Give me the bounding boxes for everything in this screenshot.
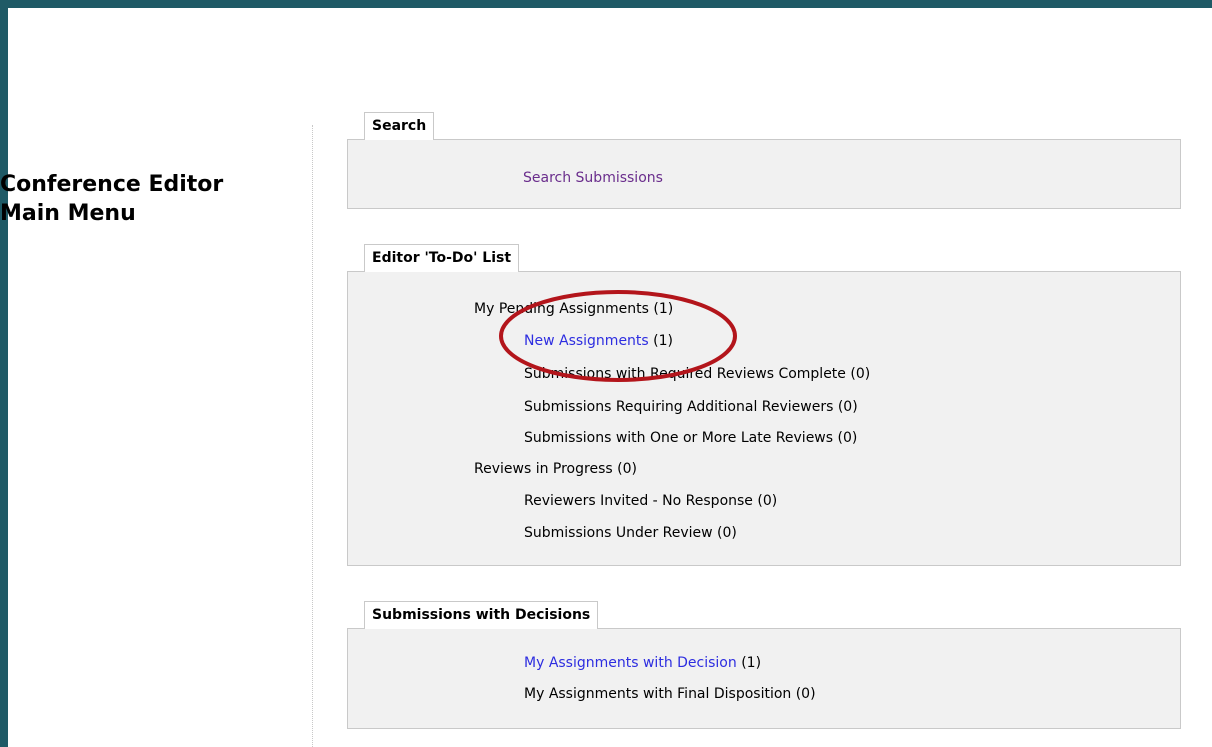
todo-section-header: Editor 'To-Do' List [364,244,520,272]
new-assignments-count: (1) [648,333,673,349]
late-reviews-item: Submissions with One or More Late Review… [524,430,858,446]
assignments-with-decision-link[interactable]: My Assignments with Decision [524,655,737,671]
page-title: Conference Editor Main Menu [0,170,223,228]
decisions-panel: My Assignments with Decision (1) My Assi… [347,628,1181,729]
assignments-with-decision-item: My Assignments with Decision (1) [524,654,761,672]
reviews-in-progress-item: Reviews in Progress (0) [474,461,637,477]
final-disposition-item: My Assignments with Final Disposition (0… [524,686,816,702]
search-submissions-link[interactable]: Search Submissions [523,169,663,187]
decisions-section-header: Submissions with Decisions [364,601,599,629]
column-divider [312,125,313,747]
search-section-header: Search [364,112,435,140]
todo-panel: My Pending Assignments (1) New Assignmen… [347,271,1181,566]
page-title-line-2: Main Menu [0,201,136,226]
required-reviews-complete-item: Submissions with Required Reviews Comple… [524,366,871,382]
pending-assignments-item: My Pending Assignments (1) [474,301,674,317]
search-panel: Search Submissions [347,139,1181,209]
new-assignments-item: New Assignments (1) [524,332,673,350]
submissions-under-review-item: Submissions Under Review (0) [524,525,737,541]
page-title-line-1: Conference Editor [0,172,224,197]
assignments-with-decision-count: (1) [736,655,762,671]
reviewers-invited-item: Reviewers Invited - No Response (0) [524,493,778,509]
new-assignments-link[interactable]: New Assignments [524,333,649,349]
additional-reviewers-item: Submissions Requiring Additional Reviewe… [524,399,858,415]
